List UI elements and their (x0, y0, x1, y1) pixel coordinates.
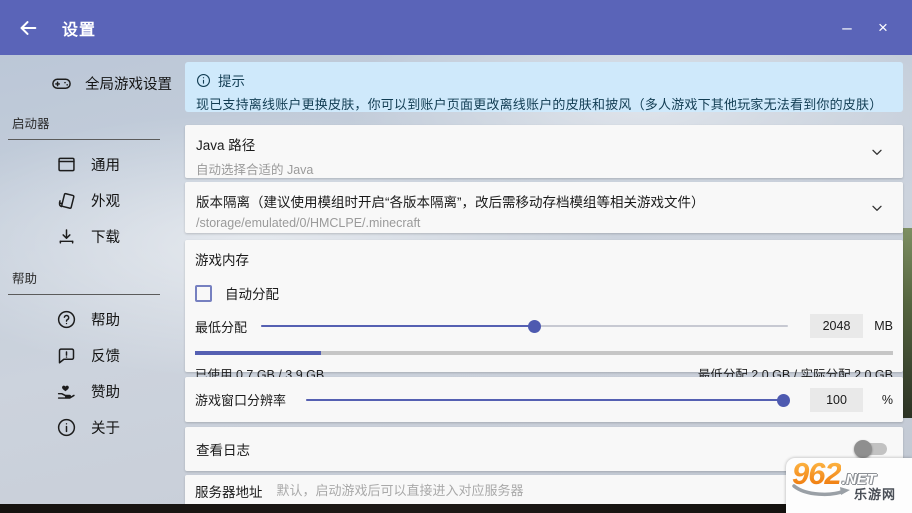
sidebar-item-appearance[interactable]: 外观 (0, 182, 180, 218)
sidebar: 全局游戏设置 启动器 通用 外观 下载 帮助 帮助 反馈 赞 (0, 55, 180, 445)
version-isolation-path: /storage/emulated/0/HMCLPE/.minecraft (196, 216, 859, 230)
version-isolation-title: 版本隔离（建议使用模组时开启“各版本隔离”，改后需移动存档模组等相关游戏文件） (196, 191, 859, 211)
auto-allocate-checkbox[interactable] (195, 285, 212, 302)
sidebar-item-label: 帮助 (91, 309, 120, 330)
watermark-site-name: 乐游网 (854, 484, 896, 503)
962net-watermark-logo: 962 .NET 乐游网 (786, 458, 912, 513)
gamepad-icon (50, 72, 72, 94)
page-title: 设置 (62, 16, 96, 40)
resolution-unit-label: % (863, 393, 893, 407)
sidebar-item-label: 下载 (91, 226, 120, 247)
sidebar-section-launcher: 启动器 (8, 113, 160, 140)
memory-usage-fill (195, 351, 321, 355)
settings-content: 提示 现已支持离线账户更换皮肤，你可以到账户页面更改离线账户的皮肤和披风（多人游… (185, 55, 903, 513)
memory-unit-label: MB (863, 319, 893, 333)
game-memory-card: 游戏内存 自动分配 最低分配 MB 已使用 0.7 GB / 3.9 GB 最低… (185, 240, 903, 372)
memory-value-input[interactable] (810, 314, 863, 338)
memory-slider-thumb[interactable] (528, 320, 541, 333)
notice-body: 现已支持离线账户更换皮肤，你可以到账户页面更改离线账户的皮肤和披风（多人游戏下其… (196, 94, 892, 113)
sidebar-item-feedback[interactable]: 反馈 (0, 337, 180, 373)
info-circle-icon (55, 416, 77, 438)
view-log-label: 查看日志 (196, 439, 250, 459)
resolution-slider[interactable] (306, 388, 788, 412)
resolution-slider-fill (306, 399, 788, 401)
feedback-bubble-icon (55, 344, 77, 366)
memory-slider-fill (261, 325, 535, 327)
resolution-value-input[interactable] (810, 388, 863, 412)
sidebar-item-download[interactable]: 下载 (0, 218, 180, 254)
chevron-down-icon (869, 144, 885, 160)
minimize-button[interactable]: – (834, 15, 860, 41)
java-path-row[interactable]: Java 路径 自动选择合适的 Java (185, 125, 903, 178)
sidebar-item-help[interactable]: 帮助 (0, 301, 180, 337)
notice-banner: 提示 现已支持离线账户更换皮肤，你可以到账户页面更改离线账户的皮肤和披风（多人游… (185, 62, 903, 112)
close-button[interactable]: × (870, 15, 896, 41)
sidebar-item-label: 关于 (91, 417, 120, 438)
java-path-title: Java 路径 (196, 134, 859, 154)
sidebar-item-label: 外观 (91, 190, 120, 211)
arrow-left-icon (17, 17, 39, 39)
hand-heart-icon (55, 380, 77, 402)
swoosh-arrow-icon (792, 483, 854, 504)
screen-rotate-icon (55, 189, 77, 211)
resolution-card: 游戏窗口分辨率 % (185, 377, 903, 422)
sidebar-section-help: 帮助 (8, 268, 160, 295)
memory-slider[interactable] (261, 314, 788, 338)
sidebar-item-about[interactable]: 关于 (0, 409, 180, 445)
background-ground (0, 504, 912, 513)
java-path-value: 自动选择合适的 Java (196, 159, 859, 178)
memory-usage-bar (195, 351, 893, 355)
notice-title: 提示 (218, 70, 245, 90)
help-circle-icon (55, 308, 77, 330)
auto-allocate-row[interactable]: 自动分配 (195, 283, 893, 303)
game-memory-title: 游戏内存 (195, 249, 893, 269)
sidebar-item-label: 反馈 (91, 345, 120, 366)
sidebar-item-sponsor[interactable]: 赞助 (0, 373, 180, 409)
min-alloc-label: 最低分配 (195, 317, 247, 336)
toggle-thumb (854, 440, 872, 458)
titlebar: 设置 – × (0, 0, 912, 55)
back-button[interactable] (16, 16, 40, 40)
sidebar-item-general[interactable]: 通用 (0, 146, 180, 182)
resolution-slider-thumb[interactable] (777, 394, 790, 407)
background-trees (903, 228, 912, 418)
sidebar-item-global-game-settings[interactable]: 全局游戏设置 (0, 67, 180, 99)
window-icon (55, 153, 77, 175)
server-address-label: 服务器地址 (195, 481, 263, 501)
chevron-down-icon (869, 200, 885, 216)
view-log-toggle[interactable] (854, 439, 889, 459)
sidebar-item-label: 全局游戏设置 (85, 73, 172, 94)
version-isolation-row[interactable]: 版本隔离（建议使用模组时开启“各版本隔离”，改后需移动存档模组等相关游戏文件） … (185, 182, 903, 233)
resolution-label: 游戏窗口分辨率 (195, 390, 286, 409)
sidebar-item-label: 通用 (91, 154, 120, 175)
download-icon (55, 225, 77, 247)
sidebar-item-label: 赞助 (91, 381, 120, 402)
info-icon (196, 73, 211, 88)
auto-allocate-label: 自动分配 (225, 283, 279, 303)
